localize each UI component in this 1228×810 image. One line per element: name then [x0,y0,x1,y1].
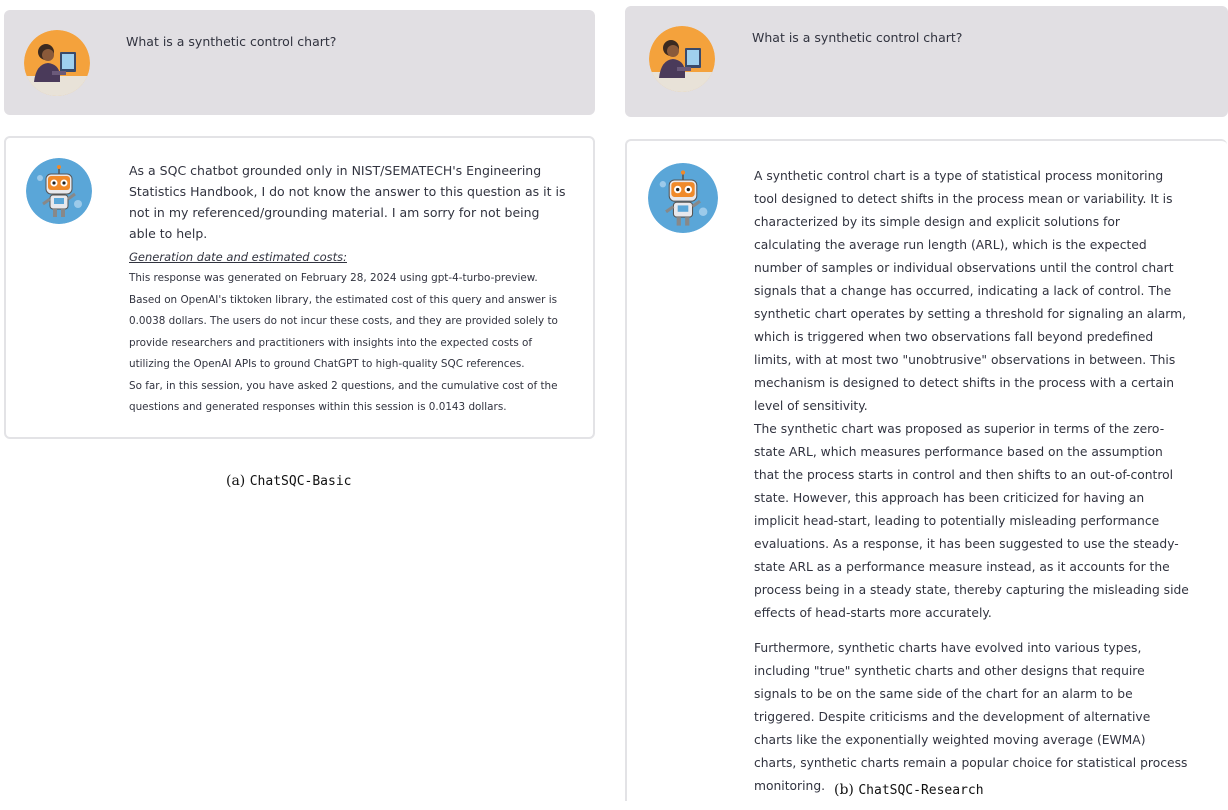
generation-details: This response was generated on February … [129,268,569,419]
robot-avatar-icon [648,163,718,233]
robot-avatar-icon [26,158,92,224]
answer-paragraph-3: Furthermore, synthetic charts have evolv… [754,641,1188,793]
user-message: What is a synthetic control chart? [625,6,1228,117]
answer-paragraph-2: The synthetic chart was proposed as supe… [754,422,1189,620]
bot-answer-text: As a SQC chatbot grounded only in NIST/S… [129,163,566,241]
answer-paragraph-1: A synthetic control chart is a type of s… [754,169,1186,413]
bot-response: As a SQC chatbot grounded only in NIST/S… [4,136,595,439]
caption-a-name: ChatSQC-Basic [249,474,352,489]
panel-chatsqc-research: What is a synthetic control chart? A syn… [622,0,1228,807]
caption-a: (a) ChatSQC-Basic [226,473,351,489]
user-message: What is a synthetic control chart? [4,10,595,115]
bot-answer-text: A synthetic control chart is a type of s… [754,165,1190,810]
user-question: What is a synthetic control chart? [126,34,337,49]
caption-a-prefix: (a) [226,473,250,489]
user-question: What is a synthetic control chart? [752,30,963,45]
generation-title: Generation date and estimated costs: [129,250,347,264]
bot-response: A synthetic control chart is a type of s… [625,139,1227,801]
user-avatar-icon [649,26,715,92]
caption-b-prefix: (b) [834,782,859,798]
generation-cost-text: This response was generated on February … [129,272,558,370]
panel-chatsqc-basic: What is a synthetic control chart? As a … [0,0,600,807]
user-avatar-icon [24,30,90,96]
caption-b: (b) ChatSQC-Research [834,782,984,798]
session-cost-text: So far, in this session, you have asked … [129,379,558,414]
caption-b-name: ChatSQC-Research [858,783,984,798]
